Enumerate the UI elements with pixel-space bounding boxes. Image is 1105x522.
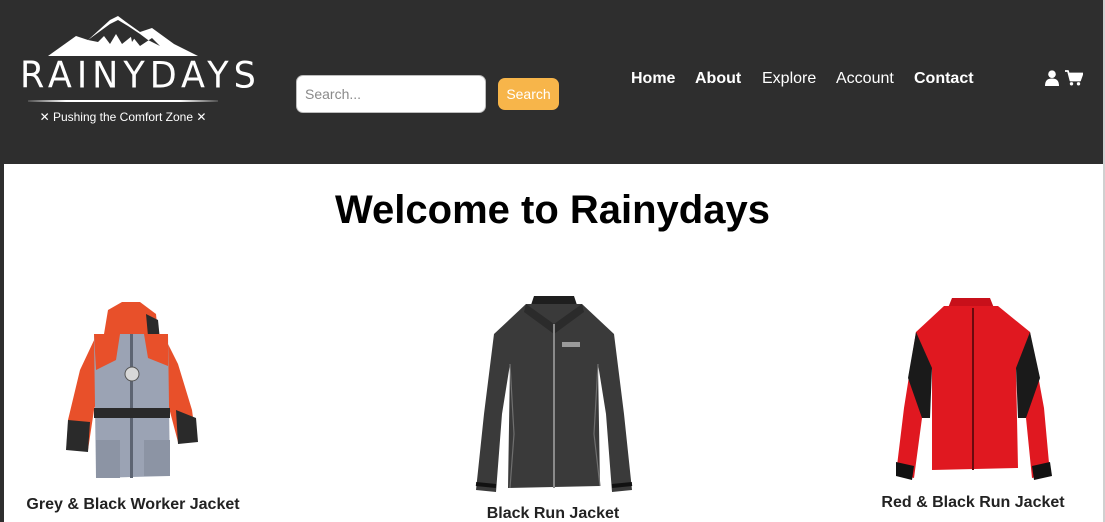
nav-about[interactable]: About bbox=[695, 70, 741, 88]
product-name[interactable]: Grey & Black Worker Jacket bbox=[13, 496, 253, 514]
black-run-jacket-image[interactable] bbox=[474, 294, 634, 496]
nav-explore[interactable]: Explore bbox=[762, 70, 816, 88]
nav-home[interactable]: Home bbox=[631, 70, 675, 88]
left-window-edge bbox=[0, 0, 4, 522]
nav-account[interactable]: Account bbox=[836, 70, 894, 88]
page-title: Welcome to Rainydays bbox=[335, 188, 770, 232]
worker-jacket-image[interactable] bbox=[60, 300, 202, 480]
rainydays-logo[interactable]: RAINYDAYS ✕ Pushing the Comfort Zone ✕ bbox=[20, 14, 261, 126]
page: RAINYDAYS ✕ Pushing the Comfort Zone ✕ S… bbox=[0, 0, 1105, 522]
user-icon[interactable] bbox=[1045, 70, 1059, 91]
logo-underline bbox=[28, 100, 218, 102]
product-name[interactable]: Black Run Jacket bbox=[433, 505, 673, 522]
site-header: RAINYDAYS ✕ Pushing the Comfort Zone ✕ S… bbox=[0, 0, 1105, 164]
logo-tagline: ✕ Pushing the Comfort Zone ✕ bbox=[39, 110, 207, 124]
search-input[interactable] bbox=[296, 75, 486, 113]
mountain-icon bbox=[48, 16, 198, 56]
nav-contact[interactable]: Contact bbox=[914, 70, 974, 88]
cart-icon[interactable] bbox=[1065, 70, 1084, 91]
logo-brand-text: RAINYDAYS bbox=[20, 55, 261, 97]
product-name[interactable]: Red & Black Run Jacket bbox=[853, 494, 1093, 512]
search-button[interactable]: Search bbox=[498, 78, 559, 110]
red-run-jacket-image[interactable] bbox=[894, 298, 1054, 484]
